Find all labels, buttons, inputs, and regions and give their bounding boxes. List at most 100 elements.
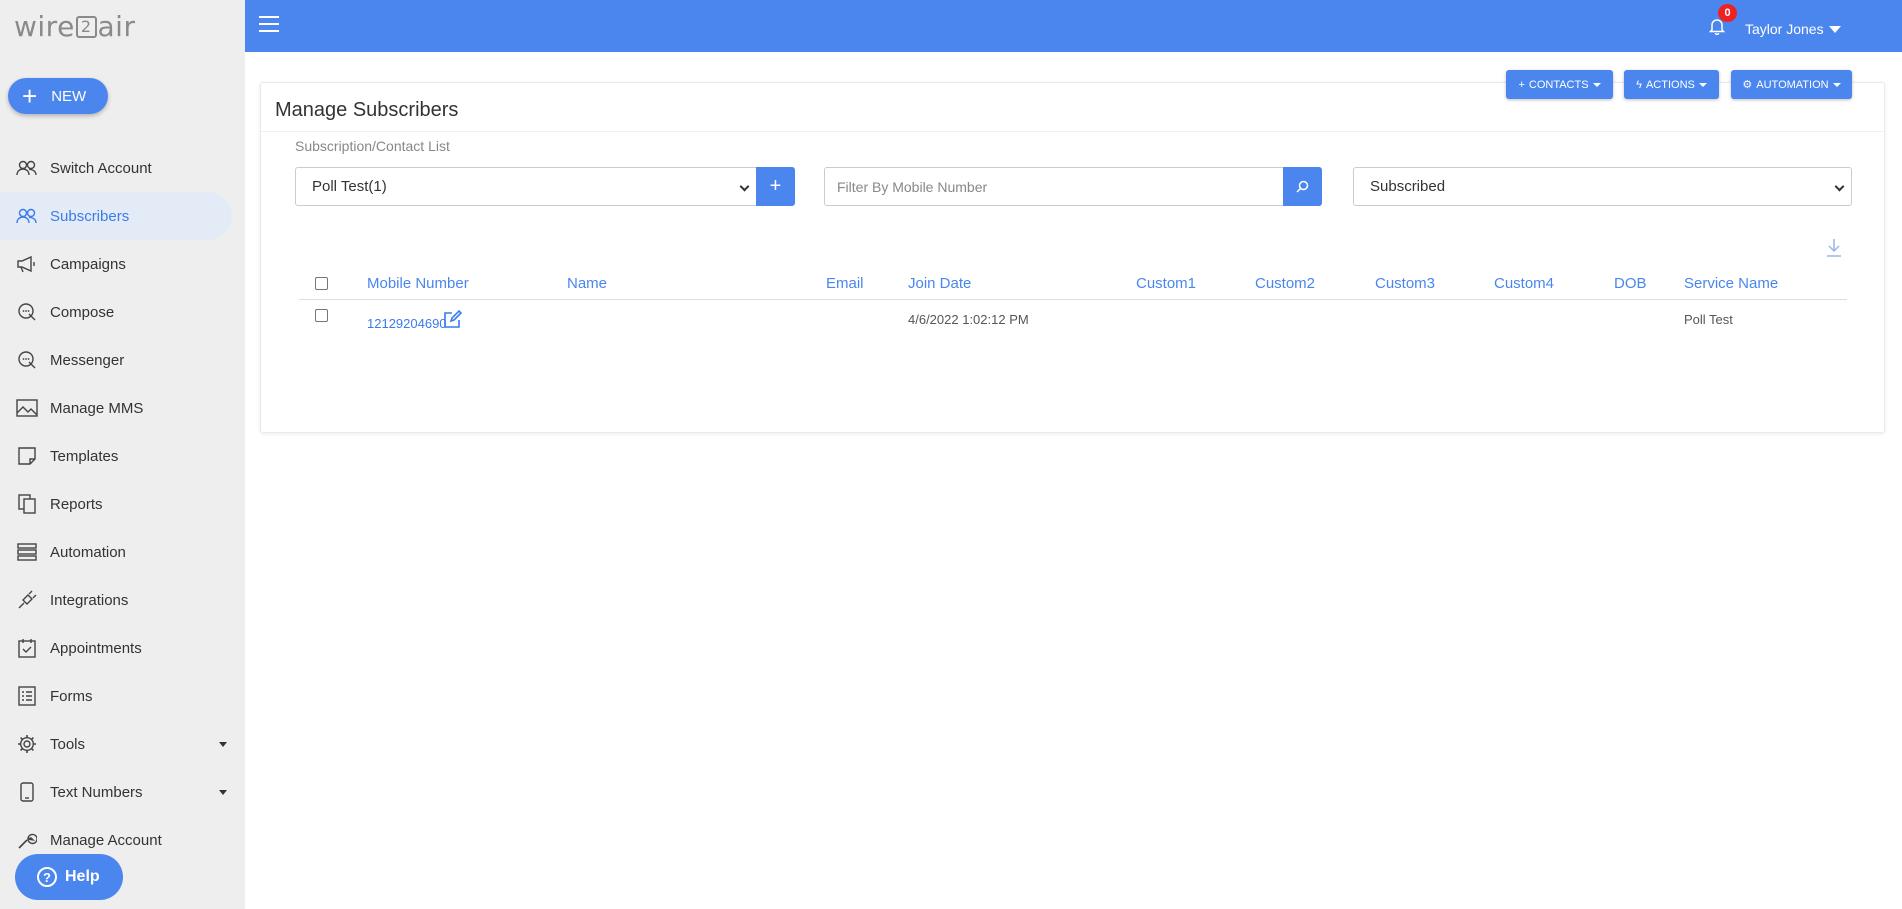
row-checkbox[interactable] [315,309,328,322]
sidebar-item-text-numbers[interactable]: Text Numbers [0,768,245,816]
contact-list-select[interactable]: Poll Test(1) [295,167,757,206]
chevron-down-icon [219,790,227,795]
compose-chat-icon [15,300,39,324]
list-label: Subscription/Contact List [295,138,450,154]
sidebar-item-label: Appointments [50,639,142,657]
sidebar-item-messenger[interactable]: Messenger [0,336,245,384]
page-title: Manage Subscribers [275,99,459,121]
new-button[interactable]: + NEW [8,78,108,114]
plus-icon: + [1518,78,1525,91]
cell-join-date: 4/6/2022 1:02:12 PM [908,312,1029,327]
chevron-down-icon [1832,82,1841,87]
server-stack-icon [15,540,39,564]
calendar-check-icon [15,636,39,660]
wire2air-logo[interactable]: wire 2 air [14,10,135,43]
cell-service-name: Poll Test [1684,312,1733,327]
chevron-down-icon [1834,181,1845,192]
title-divider [261,131,1884,132]
sidebar-item-appointments[interactable]: Appointments [0,624,245,672]
sidebar-item-label: Subscribers [50,207,130,225]
notification-badge: 0 [1718,4,1737,22]
sidebar-item-label: Text Numbers [50,783,143,801]
column-header-join-date[interactable]: Join Date [908,275,971,292]
sidebar-item-switch-account[interactable]: Switch Account [0,144,245,192]
users-icon [15,204,39,228]
sidebar-item-subscribers[interactable]: Subscribers [0,192,232,240]
sidebar-item-label: Compose [50,303,115,321]
chevron-down-icon [219,742,227,747]
gear-icon [15,732,39,756]
sidebar-item-label: Forms [50,687,93,705]
new-button-label: NEW [51,87,87,105]
column-header-custom4[interactable]: Custom4 [1494,275,1554,292]
gear-icon: ⚙ [1742,79,1753,91]
sidebar-nav: Switch Account Subscribers Campaigns Com… [0,144,245,864]
automation-button-label: AUTOMATION [1756,78,1829,91]
manage-subscribers-card: + CONTACTS ϟ ACTIONS ⚙ AUTOMATION Manage… [260,70,1885,433]
download-icon[interactable] [1825,238,1843,258]
copy-pages-icon [15,492,39,516]
search-button[interactable] [1283,167,1322,206]
plus-icon: + [22,81,38,111]
bolt-icon: ϟ [1636,78,1642,91]
search-icon [1296,180,1309,193]
sidebar-item-label: Manage Account [50,831,162,849]
edit-icon[interactable] [443,310,462,329]
logo-text-left: wire [14,10,75,43]
column-header-email[interactable]: Email [826,275,864,292]
user-menu[interactable]: Taylor Jones [1745,21,1841,37]
sidebar-item-forms[interactable]: Forms [0,672,245,720]
top-bar: 0 Taylor Jones [245,0,1902,52]
column-header-custom3[interactable]: Custom3 [1375,275,1435,292]
hamburger-menu-icon[interactable] [259,16,279,32]
sidebar-item-label: Manage MMS [50,399,144,417]
help-button[interactable]: ? Help [15,854,123,900]
contacts-button[interactable]: + CONTACTS [1506,70,1613,99]
column-header-name[interactable]: Name [567,275,607,292]
contact-list-selected-value: Poll Test(1) [312,178,387,195]
subscribers-table: Mobile Number Name Email Join Date Custo… [299,267,1847,340]
sidebar-item-compose[interactable]: Compose [0,288,245,336]
sidebar: wire 2 air + NEW Switch Account Subscriber… [0,0,245,909]
sidebar-item-label: Integrations [50,591,129,609]
sidebar-item-integrations[interactable]: Integrations [0,576,245,624]
sidebar-item-manage-mms[interactable]: Manage MMS [0,384,245,432]
contacts-button-label: CONTACTS [1528,78,1589,91]
chevron-down-icon [1592,82,1601,87]
image-icon [15,396,39,420]
sidebar-item-label: Campaigns [50,255,126,273]
column-header-service-name[interactable]: Service Name [1684,275,1778,292]
sidebar-item-campaigns[interactable]: Campaigns [0,240,245,288]
chevron-down-icon [739,181,750,192]
sidebar-item-automation[interactable]: Automation [0,528,245,576]
column-header-mobile-number[interactable]: Mobile Number [367,275,469,292]
mobile-number-filter-input[interactable] [824,167,1284,206]
sidebar-item-reports[interactable]: Reports [0,480,245,528]
subscription-status-select[interactable]: Subscribed [1353,167,1852,206]
add-list-button[interactable]: + [756,167,795,206]
sidebar-item-label: Templates [50,447,119,465]
sidebar-item-label: Messenger [50,351,125,369]
chevron-down-icon [1828,25,1841,33]
phone-icon [15,780,39,804]
megaphone-icon [15,252,39,276]
select-all-checkbox[interactable] [315,277,328,290]
column-header-dob[interactable]: DOB [1614,275,1647,292]
mobile-number-link[interactable]: 12129204690 [367,316,447,331]
note-icon [15,444,39,468]
column-header-custom2[interactable]: Custom2 [1255,275,1315,292]
status-selected-value: Subscribed [1370,178,1446,195]
sidebar-item-label: Reports [50,495,103,513]
question-circle-icon: ? [37,867,57,887]
logo-text-mid: 2 [75,16,97,38]
actions-button[interactable]: ϟ ACTIONS [1624,70,1719,99]
chevron-down-icon [1698,82,1707,87]
sidebar-item-label: Tools [50,735,86,753]
sidebar-item-templates[interactable]: Templates [0,432,245,480]
actions-button-label: ACTIONS [1645,78,1695,91]
logo-text-right: air [97,10,136,43]
users-icon [15,156,39,180]
sidebar-item-tools[interactable]: Tools [0,720,245,768]
column-header-custom1[interactable]: Custom1 [1136,275,1196,292]
automation-button[interactable]: ⚙ AUTOMATION [1731,70,1852,99]
